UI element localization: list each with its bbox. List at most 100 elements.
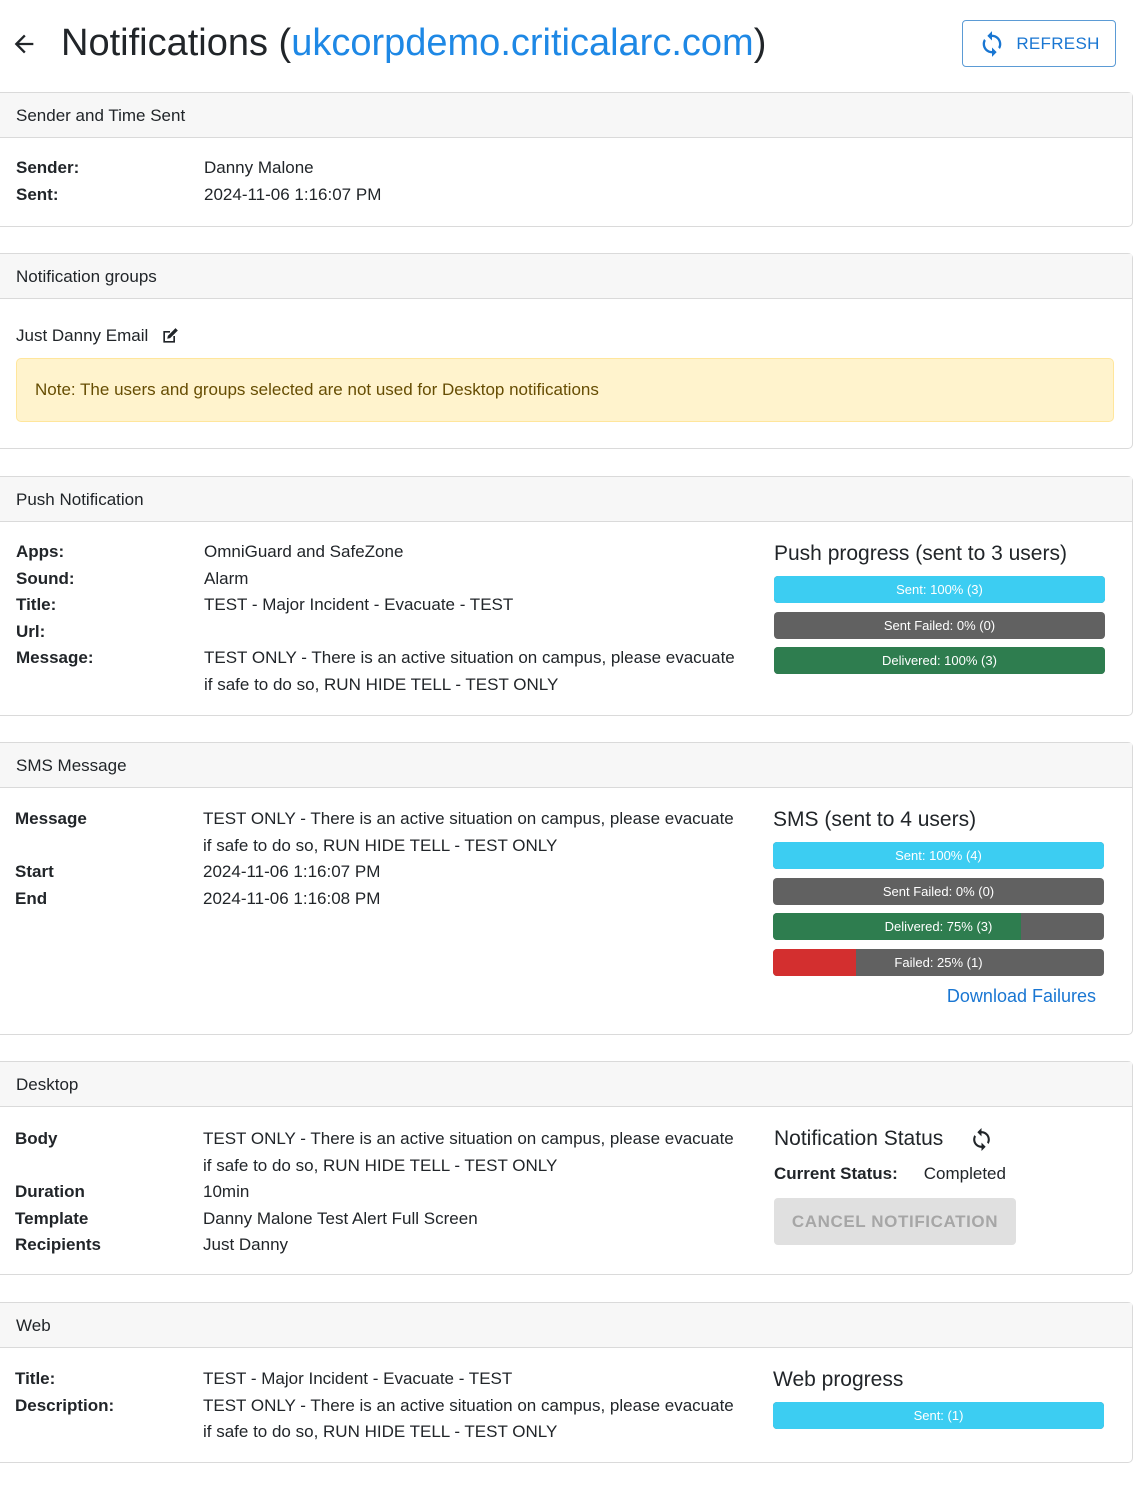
progress-bar: Sent: 100% (3) xyxy=(774,576,1105,603)
group-name: Just Danny Email xyxy=(16,326,149,345)
sender-value: Danny Malone xyxy=(204,158,314,177)
push-row-title: Title: TEST - Major Incident - Evacuate … xyxy=(16,592,744,619)
groups-card-header: Notification groups xyxy=(0,254,1132,299)
push-row-sound: Sound: Alarm xyxy=(16,566,744,593)
web-details: Title: TEST - Major Incident - Evacuate … xyxy=(15,1366,743,1446)
web-title-value: TEST - Major Incident - Evacuate - TEST xyxy=(203,1369,513,1388)
sender-details: Sender: Danny Malone Sent: 2024-11-06 1:… xyxy=(16,155,744,208)
sms-end-value: 2024-11-06 1:16:08 PM xyxy=(203,888,381,908)
progress-bar-label: Sent Failed: 0% (0) xyxy=(883,617,996,633)
progress-bar: Sent Failed: 0% (0) xyxy=(773,877,1104,905)
description-key: Description: xyxy=(15,1395,115,1415)
progress-bar: Delivered: 75% (3) xyxy=(773,913,1104,940)
desktop-row-body: Body TEST ONLY - There is an active situ… xyxy=(15,1126,743,1179)
progress-bar-label: Delivered: 100% (3) xyxy=(882,653,997,668)
sms-end-key: End xyxy=(15,888,48,908)
sms-card-header: SMS Message xyxy=(0,743,1132,788)
progress-bar: Sent: 100% (4) xyxy=(773,842,1104,869)
title-suffix: ) xyxy=(753,22,767,64)
message-value: TEST ONLY - There is an active situation… xyxy=(204,648,735,694)
desktop-note-alert: Note: The users and groups selected are … xyxy=(16,358,1114,422)
apps-key: Apps: xyxy=(16,542,65,561)
desktop-details: Body TEST ONLY - There is an active situ… xyxy=(15,1126,743,1259)
push-progress-bars: Sent: 100% (3) Sent Failed: 0% (0) Deliver… xyxy=(774,576,1106,674)
sms-card: SMS Message Message TEST ONLY - There is… xyxy=(0,742,1133,1035)
refresh-label: REFRESH xyxy=(1016,33,1100,53)
push-progress-panel: Push progress (sent to 3 users) Sent: 10… xyxy=(774,541,1106,683)
sms-row-message: Message TEST ONLY - There is an active s… xyxy=(15,806,743,859)
refresh-button[interactable]: REFRESH xyxy=(962,20,1116,67)
body-value: TEST ONLY - There is an active situation… xyxy=(203,1129,734,1175)
current-status-value: Completed xyxy=(923,1164,1006,1183)
sms-start-key: Start xyxy=(15,862,54,881)
web-card: Web Title: TEST - Major Incident - Evacu… xyxy=(0,1302,1133,1463)
arrow-left-icon xyxy=(14,34,34,54)
sender-key: Sender: xyxy=(16,158,80,177)
sms-row-end: End 2024-11-06 1:16:08 PM xyxy=(15,886,743,913)
sender-card: Sender and Time Sent Sender: Danny Malon… xyxy=(0,92,1133,227)
recipients-value: Just Danny xyxy=(203,1235,289,1254)
progress-bar: Sent: (1) xyxy=(773,1402,1104,1429)
desktop-row-recipients: Recipients Just Danny xyxy=(15,1232,743,1259)
url-value xyxy=(204,619,744,646)
sender-card-header: Sender and Time Sent xyxy=(0,93,1132,138)
progress-bar-label: Sent: (1) xyxy=(913,1408,964,1423)
current-status-label: Current Status: xyxy=(774,1164,898,1183)
sync-icon[interactable] xyxy=(969,1127,994,1152)
progress-bar-label: Failed: 25% (1) xyxy=(894,954,983,970)
url-key: Url: xyxy=(16,621,46,641)
desktop-row-template: Template Danny Malone Test Alert Full Sc… xyxy=(15,1206,743,1233)
page-header: Notifications (ukcorpdemo.criticalarc.co… xyxy=(0,0,1145,92)
push-row-url: Url: xyxy=(16,619,744,646)
group-item: Just Danny Email xyxy=(16,323,180,349)
sent-value: 2024-11-06 1:16:07 PM xyxy=(204,184,382,204)
web-progress-title: Web progress xyxy=(773,1368,904,1391)
sms-message-value: TEST ONLY - There is an active situation… xyxy=(203,809,734,855)
notification-status-panel: Notification Status Current Status: Comp… xyxy=(774,1126,1106,1245)
push-row-message: Message: TEST ONLY - There is an active … xyxy=(16,645,744,698)
sound-value: Alarm xyxy=(204,568,249,588)
title-prefix: Notifications ( xyxy=(61,22,292,64)
message-key: Message: xyxy=(16,648,94,667)
web-progress-panel: Web progress Sent: (1) xyxy=(773,1367,1105,1438)
push-card: Push Notification Apps: OmniGuard and Sa… xyxy=(0,476,1133,716)
apps-value: OmniGuard and SafeZone xyxy=(204,542,404,561)
web-row-title: Title: TEST - Major Incident - Evacuate … xyxy=(15,1366,743,1393)
cancel-notification-button[interactable]: CANCEL NOTIFICATION xyxy=(774,1198,1016,1245)
template-key: Template xyxy=(15,1208,89,1228)
duration-key: Duration xyxy=(15,1182,85,1201)
sms-message-key: Message xyxy=(15,809,87,828)
domain-link[interactable]: ukcorpdemo.criticalarc.com xyxy=(291,22,753,64)
back-button[interactable] xyxy=(10,30,38,58)
web-card-header: Web xyxy=(0,1303,1132,1348)
sms-start-value: 2024-11-06 1:16:07 PM xyxy=(203,862,381,881)
desktop-card-header: Desktop xyxy=(0,1062,1132,1107)
title-value: TEST - Major Incident - Evacuate - TEST xyxy=(204,595,514,614)
download-failures-link[interactable]: Download Failures xyxy=(773,986,1105,1007)
body-key: Body xyxy=(15,1129,58,1148)
push-details: Apps: OmniGuard and SafeZone Sound: Alar… xyxy=(16,539,744,698)
web-title-key: Title: xyxy=(15,1369,56,1388)
duration-value: 10min xyxy=(203,1182,250,1201)
push-row-apps: Apps: OmniGuard and SafeZone xyxy=(16,539,744,566)
web-row-description: Description: TEST ONLY - There is an act… xyxy=(15,1393,743,1446)
sms-progress-bars: Sent: 100% (4) Sent Failed: 0% (0) Deliver… xyxy=(773,842,1105,976)
push-card-header: Push Notification xyxy=(0,477,1132,522)
edit-icon[interactable] xyxy=(160,326,180,346)
progress-bar-label: Sent: 100% (4) xyxy=(895,848,982,863)
progress-bar: Delivered: 100% (3) xyxy=(774,647,1105,674)
sync-icon xyxy=(982,30,1002,57)
progress-bar: Failed: 25% (1) xyxy=(773,948,1104,976)
sms-progress-title: SMS (sent to 4 users) xyxy=(773,808,977,831)
notification-status-header: Notification Status xyxy=(774,1126,1106,1152)
sound-key: Sound: xyxy=(16,568,75,588)
groups-card: Notification groups Just Danny Email Not… xyxy=(0,253,1133,449)
sms-details: Message TEST ONLY - There is an active s… xyxy=(15,806,743,912)
sent-row: Sent: 2024-11-06 1:16:07 PM xyxy=(16,182,744,209)
sent-key: Sent: xyxy=(16,184,59,204)
page-title: Notifications (ukcorpdemo.criticalarc.co… xyxy=(61,16,766,70)
title-key: Title: xyxy=(16,595,57,614)
progress-bar-label: Sent Failed: 0% (0) xyxy=(882,883,995,899)
current-status-row: Current Status: Completed xyxy=(774,1161,1106,1187)
sender-row: Sender: Danny Malone xyxy=(16,155,744,182)
